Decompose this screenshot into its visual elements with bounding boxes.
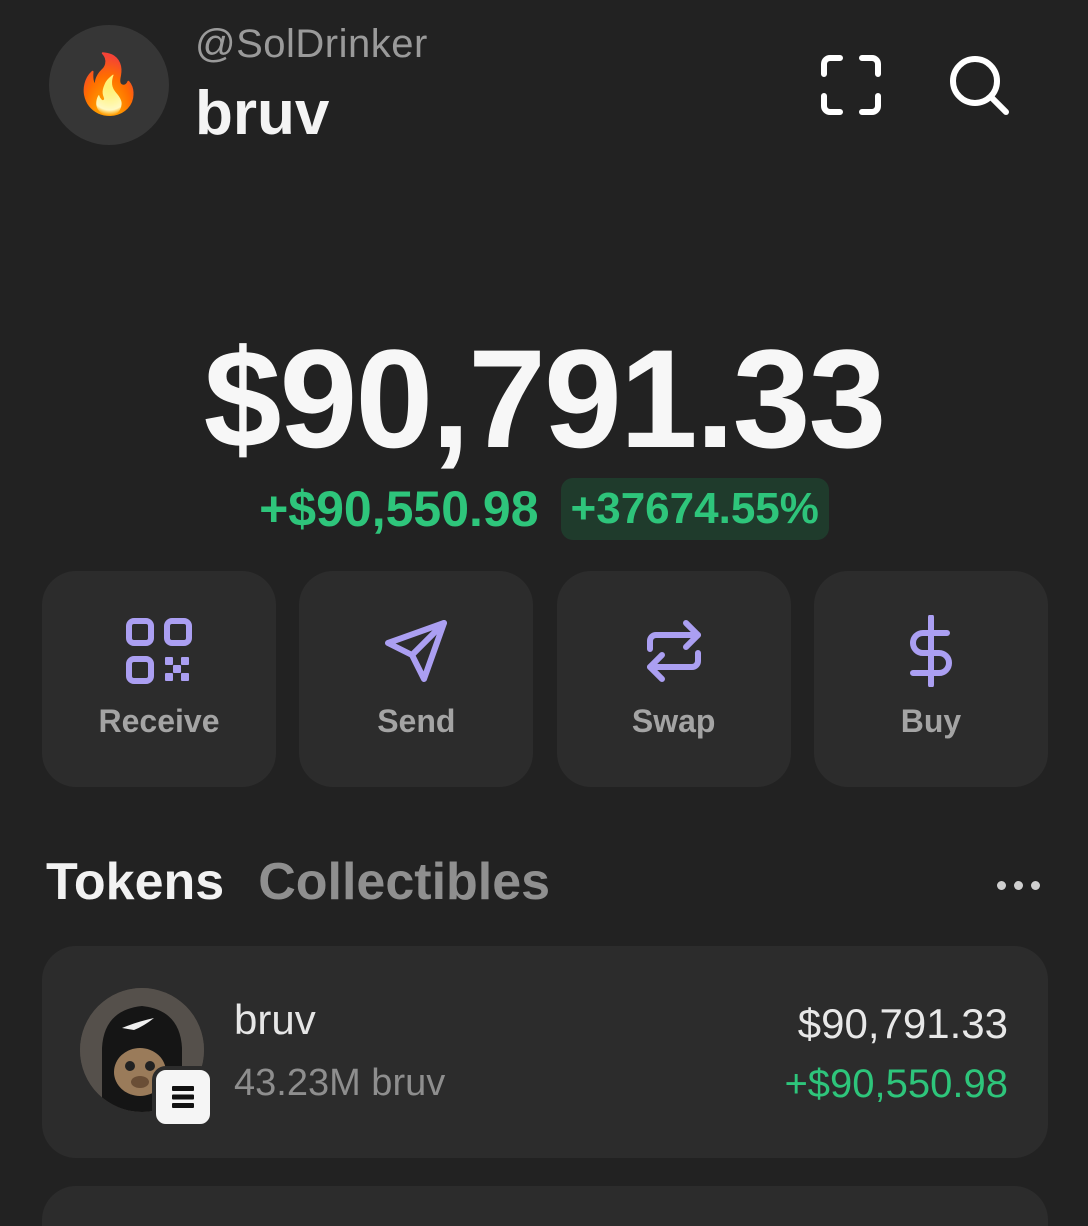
- dollar-icon: [909, 615, 952, 687]
- buy-button[interactable]: Buy: [813, 571, 1048, 787]
- account-avatar[interactable]: 🔥: [49, 25, 169, 145]
- send-button[interactable]: Send: [299, 571, 534, 787]
- asset-tabs: Tokens Collectibles: [46, 852, 550, 912]
- next-token-row-edge[interactable]: [42, 1186, 1048, 1226]
- fire-icon: 🔥: [72, 52, 146, 117]
- token-value: $90,791.33: [797, 1000, 1008, 1047]
- swap-icon: [646, 620, 701, 682]
- change-percent-badge: +37674.55%: [560, 478, 829, 540]
- tab-collectibles[interactable]: Collectibles: [258, 852, 550, 912]
- search-icon: [950, 56, 1009, 115]
- search-button[interactable]: [946, 52, 1012, 118]
- more-options-button[interactable]: [990, 870, 1046, 900]
- solana-icon: [172, 1086, 194, 1108]
- swap-label: Swap: [631, 703, 716, 739]
- change-amount: +$90,550.98: [259, 481, 539, 537]
- token-change: +$90,550.98: [784, 1062, 1008, 1106]
- portfolio-balance: $90,791.33: [203, 320, 887, 477]
- send-icon: [385, 620, 448, 682]
- send-label: Send: [377, 703, 456, 739]
- token-name: bruv: [234, 996, 316, 1043]
- portfolio-change: +$90,550.98 +37674.55%: [0, 478, 1088, 540]
- account-handle[interactable]: @SolDrinker: [195, 22, 428, 67]
- account-name[interactable]: bruv: [195, 78, 329, 149]
- token-quantity: 43.23M bruv: [234, 1062, 446, 1104]
- more-icon: [996, 880, 1006, 890]
- swap-button[interactable]: Swap: [556, 571, 791, 787]
- scan-button[interactable]: [818, 52, 884, 118]
- receive-button[interactable]: Receive: [42, 571, 276, 787]
- header: 🔥 @SolDrinker bruv: [0, 0, 1088, 170]
- buy-label: Buy: [900, 703, 962, 739]
- scan-icon: [821, 55, 881, 115]
- token-row[interactable]: bruv 43.23M bruv $90,791.33 +$90,550.98: [42, 946, 1048, 1158]
- tab-tokens[interactable]: Tokens: [46, 852, 224, 912]
- action-bar: Receive Send Swap Buy: [42, 571, 1048, 787]
- chain-badge: [152, 1066, 214, 1128]
- qr-code-icon: [126, 618, 192, 684]
- receive-label: Receive: [98, 703, 220, 739]
